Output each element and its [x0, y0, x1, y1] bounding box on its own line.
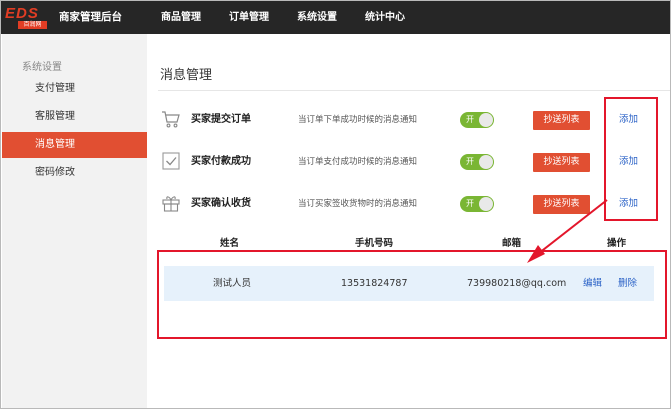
app-window: EDS 百润网 商家管理后台 商品管理 订单管理 系统设置 统计中心 系统设置 …	[0, 0, 671, 409]
annotation-arrow	[527, 199, 608, 263]
